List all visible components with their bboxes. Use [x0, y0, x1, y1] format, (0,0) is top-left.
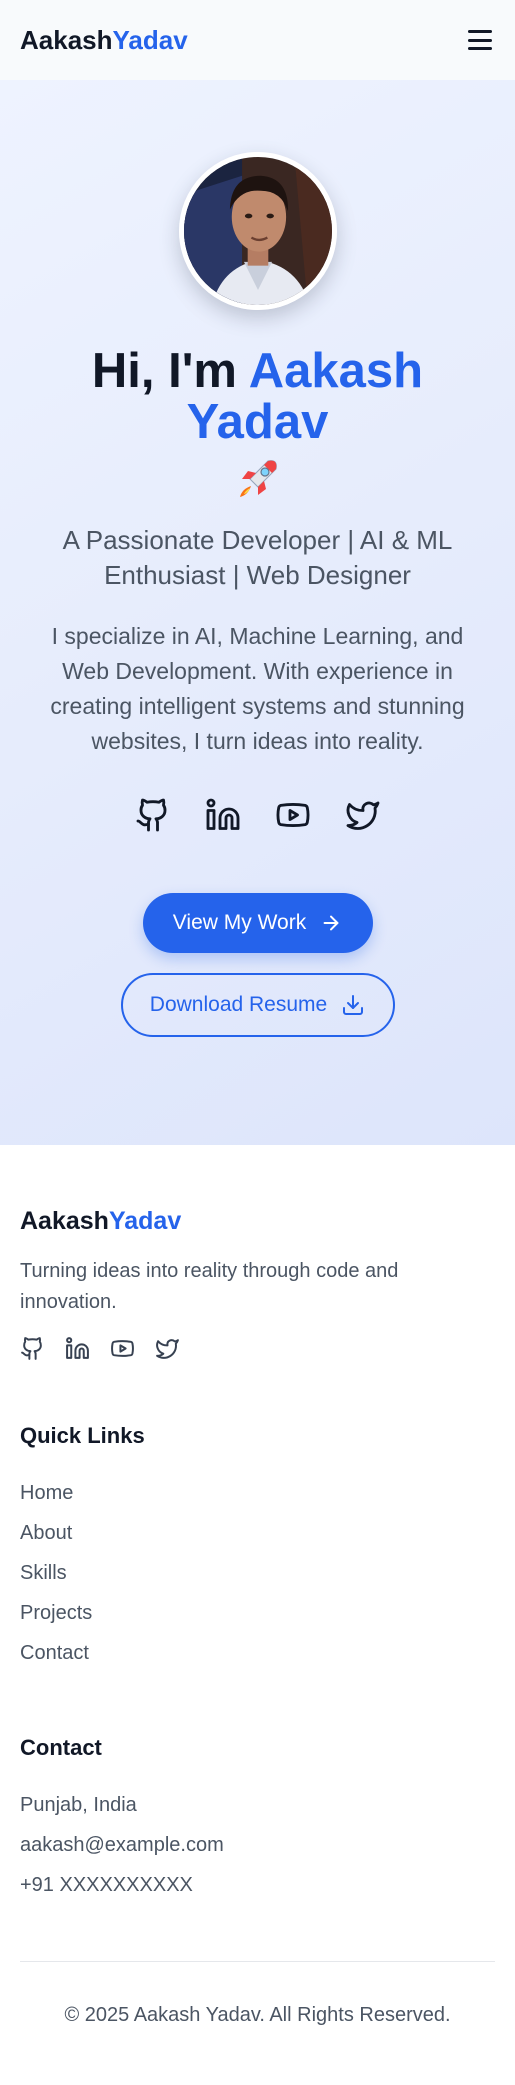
contact-email[interactable]: aakash@example.com — [20, 1825, 495, 1865]
footer-logo-last: Yadav — [108, 1207, 182, 1235]
quick-links-heading: Quick Links — [20, 1423, 145, 1448]
download-icon — [343, 994, 364, 1015]
twitter-icon[interactable] — [345, 797, 381, 833]
hero-description: I specialize in AI, Machine Learning, an… — [50, 622, 465, 754]
hero-subtitle: A Passionate Developer | AI & ML Enthusi… — [62, 524, 453, 590]
footer-tagline: Turning ideas into reality through code … — [20, 1260, 399, 1313]
footer-logo[interactable]: AakashYadav — [20, 1207, 495, 1236]
youtube-icon[interactable] — [110, 1336, 135, 1361]
quick-link-skills[interactable]: Skills — [20, 1553, 495, 1593]
logo-last-name: Yadav — [112, 24, 188, 55]
hero-social-links — [135, 797, 381, 833]
quick-links-list: Home About Skills Projects Contact — [20, 1473, 495, 1673]
contact-heading: Contact — [20, 1735, 102, 1760]
quick-link-about[interactable]: About — [20, 1513, 495, 1553]
navbar: AakashYadav — [0, 0, 515, 80]
site-logo[interactable]: AakashYadav — [20, 25, 188, 56]
hero-heading: Hi, I'm Aakash Yadav — [22, 344, 493, 505]
github-icon[interactable] — [135, 797, 171, 833]
linkedin-icon[interactable] — [205, 797, 241, 833]
contact-phone: +91 XXXXXXXXXX — [20, 1874, 193, 1896]
site-footer: AakashYadav Turning ideas into reality t… — [0, 1145, 515, 2027]
linkedin-icon[interactable] — [65, 1336, 90, 1361]
logo-first-name: Aakash — [20, 24, 113, 55]
quick-links-section: Quick Links Home About Skills Projects C… — [20, 1423, 495, 1673]
youtube-icon[interactable] — [275, 797, 311, 833]
download-resume-button[interactable]: Download Resume — [120, 972, 395, 1037]
twitter-icon[interactable] — [155, 1336, 180, 1361]
contact-section: Contact Punjab, India aakash@example.com… — [20, 1735, 495, 1905]
quick-link-contact[interactable]: Contact — [20, 1633, 495, 1673]
github-icon[interactable] — [20, 1336, 45, 1361]
footer-logo-first: Aakash — [20, 1207, 109, 1235]
footer-social-links — [20, 1336, 495, 1361]
hero-greeting: Hi, I'm — [91, 344, 249, 398]
view-work-button[interactable]: View My Work — [142, 892, 373, 953]
hero-section: Hi, I'm Aakash Yadav A Passionate Develo… — [0, 80, 515, 1145]
quick-link-projects[interactable]: Projects — [20, 1593, 495, 1633]
download-resume-label: Download Resume — [149, 992, 328, 1016]
profile-avatar — [178, 152, 337, 310]
view-work-label: View My Work — [172, 910, 307, 934]
quick-link-home[interactable]: Home — [20, 1473, 495, 1513]
footer-divider — [20, 1961, 495, 1962]
arrow-right-icon — [323, 915, 339, 931]
copyright-text: © 2025 Aakash Yadav. All Rights Reserved… — [64, 2004, 451, 2026]
hamburger-menu-icon[interactable] — [465, 28, 495, 52]
contact-location: Punjab, India — [20, 1794, 137, 1816]
contact-list: Punjab, India aakash@example.com +91 XXX… — [20, 1785, 495, 1905]
rocket-emoji — [239, 460, 277, 497]
